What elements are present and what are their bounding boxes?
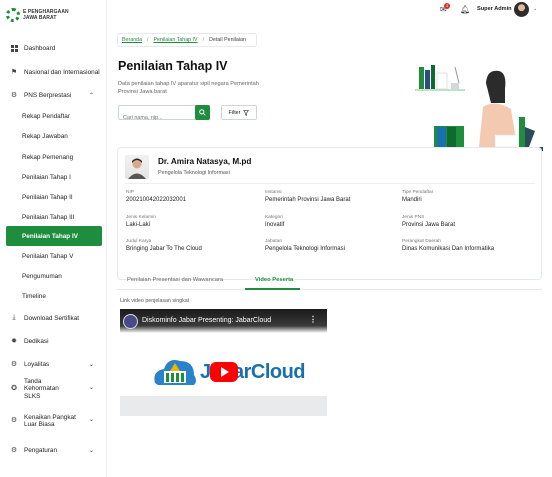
sidebar-item-nasional[interactable]: ⚑ Nasional dan Internasional [6,62,102,82]
flag-icon: ⚑ [10,69,18,76]
sidebar-item-penilaian-tahap-1[interactable]: Penilaian Tahap I [6,167,102,187]
tab-video-peserta[interactable]: Video Peserta [255,277,293,283]
chevron-down-icon: ⌄ [88,361,94,368]
field-perangkat-daerah: Perangkat Daerah Dinas Komunikasi Dan In… [402,239,495,252]
field-kategori: Kategori Inovatif [265,215,285,228]
gear-icon: ⚙ [10,361,18,368]
woman-studying-illustration [415,65,543,157]
sidebar-item-penilaian-tahap-2[interactable]: Penilaian Tahap II [6,187,102,207]
app-logo[interactable]: E PENGHARGAAN JAWA BARAT [6,8,69,22]
breadcrumb-home[interactable]: Beranda [122,37,142,43]
profile-role: Pengelola Teknologi Informasi [158,170,230,176]
video-header: Diskominfo Jabar Presenting: JabarCloud … [120,309,327,333]
field-nip: NIP 200210042022032001 [126,190,187,203]
sidebar-item-rekap-pemenang[interactable]: Rekap Pemenang [6,147,102,167]
page-description: Data penilaian tahap IV aparatur sipil n… [118,81,259,95]
breadcrumb: Beranda / Penilaian Tahap IV / Detail Pe… [117,33,257,47]
sidebar-item-download-sertifikat[interactable]: ⤓ Download Sertifikat [6,308,102,328]
chevron-down-icon: ⌄ [88,447,94,454]
chevron-down-icon[interactable]: ⌄ [533,6,537,12]
sidebar-item-rekap-jawaban[interactable]: Rekap Jawaban [6,126,102,146]
filter-icon [243,109,250,116]
field-instansi: Instansi Pemerintah Provinsi Jawa Barat [265,190,351,203]
grid-icon [10,44,18,52]
sidebar-item-dashboard[interactable]: Dashboard [6,38,102,58]
gear-icon: ⚙ [10,417,18,425]
logo-text: E PENGHARGAAN JAWA BARAT [23,9,69,21]
profile-card: Dr. Amira Natasya, M.pd Pengelola Teknol… [117,147,542,280]
video-caption: Link video penjelasan singkat [120,298,190,304]
download-icon: ⤓ [12,314,16,321]
channel-avatar[interactable] [123,314,138,329]
sidebar-item-timeline[interactable]: Timeline [6,286,102,306]
sidebar-item-penilaian-tahap-3[interactable]: Penilaian Tahap III [6,207,102,227]
sidebar-item-pns-berprestasi[interactable]: ⚙ PNS Berprestasi ⌃ [6,85,102,105]
sidebar-item-kenaikan-pangkat[interactable]: ⚙ Kenaikan Pangkat Luar Biasa ⌄ [6,409,102,433]
more-vert-icon[interactable]: ⋮ [309,315,317,324]
play-button[interactable] [210,362,238,382]
notification-badge: 3 [444,3,450,9]
active-tab-indicator [245,288,300,290]
video-title[interactable]: Diskominfo Jabar Presenting: JabarCloud [142,317,271,324]
video-footer [120,396,327,416]
top-bar: ✉ 3 🔔︎ Super Admin ⌄ [107,0,552,22]
sidebar-item-rekap-pendaftar[interactable]: Rekap Pendaftar [6,106,102,126]
field-jabatan: Jabatan Pengelola Teknologi Informasi [265,239,345,252]
search-box [118,105,210,125]
breadcrumb-separator: / [202,37,205,43]
sidebar: E PENGHARGAAN JAWA BARAT Dashboard ⚑ Nas… [0,0,107,477]
gear-icon: ⚙ [10,92,18,99]
play-icon [221,367,229,377]
avatar[interactable] [514,2,529,17]
sidebar-item-penilaian-tahap-4[interactable]: Penilaian Tahap IV [6,226,102,246]
search-button[interactable] [195,105,210,120]
search-input[interactable] [119,111,193,125]
person-photo-icon [128,158,146,179]
field-jenis-pns: Jenis PNS Provinsi Jawa Barat [402,215,456,228]
breadcrumb-separator: / [147,37,149,43]
profile-name: Dr. Amira Natasya, M.pd [158,157,252,166]
filter-button[interactable]: Filter [221,105,257,120]
chevron-down-icon: ⌄ [88,417,94,424]
breadcrumb-parent[interactable]: Penilaian Tahap IV [154,37,198,43]
field-tipe-pendaftar: Tipe Pendaftar Mandiri [402,190,434,203]
sidebar-item-pengumuman[interactable]: Pengumuman [6,266,102,286]
sidebar-item-loyalitas[interactable]: ⚙ Loyalitas ⌄ [6,354,102,374]
search-icon [199,109,206,116]
tab-bar: Penilaian Presentasi dan Wawancara Video… [117,274,542,290]
breadcrumb-current: Detail Penilaian [209,37,246,43]
gear-icon: ⚙ [10,447,18,454]
user-name[interactable]: Super Admin [477,6,512,12]
tab-penilaian-presentasi[interactable]: Penilaian Presentasi dan Wawancara [127,277,223,283]
sun-icon: ✹ [11,338,17,345]
sidebar-item-pengaturan[interactable]: ⚙ Pengaturan ⌄ [6,440,102,460]
logo-mark-icon [6,8,20,22]
medal-icon: ✪ [11,385,17,393]
video-player[interactable]: Diskominfo Jabar Presenting: JabarCloud … [120,309,327,416]
field-jenis-kelamin: Jenis Kelamin Laki-Laki [126,215,156,228]
bell-icon[interactable]: 🔔︎ [460,5,470,14]
sidebar-item-dedikasi[interactable]: ✹ Dedikasi [6,331,102,351]
profile-photo [125,155,149,179]
page-title: Penilaian Tahap IV [118,59,228,73]
sidebar-item-penilaian-tahap-5[interactable]: Penilaian Tahap V [6,246,102,266]
chevron-up-icon: ⌃ [88,92,94,99]
gedung-sate-logo-icon [154,360,196,385]
main-content: Beranda / Penilaian Tahap IV / Detail Pe… [107,22,552,477]
sidebar-item-tanda-kehormatan[interactable]: ✪ Tanda Kehormatan SLKS ⌄ [6,377,102,401]
card-divider [125,183,535,184]
field-judul-karya: Judul Karya Bringing Jabar To The Cloud [126,239,202,252]
chevron-down-icon: ⌄ [88,385,94,392]
